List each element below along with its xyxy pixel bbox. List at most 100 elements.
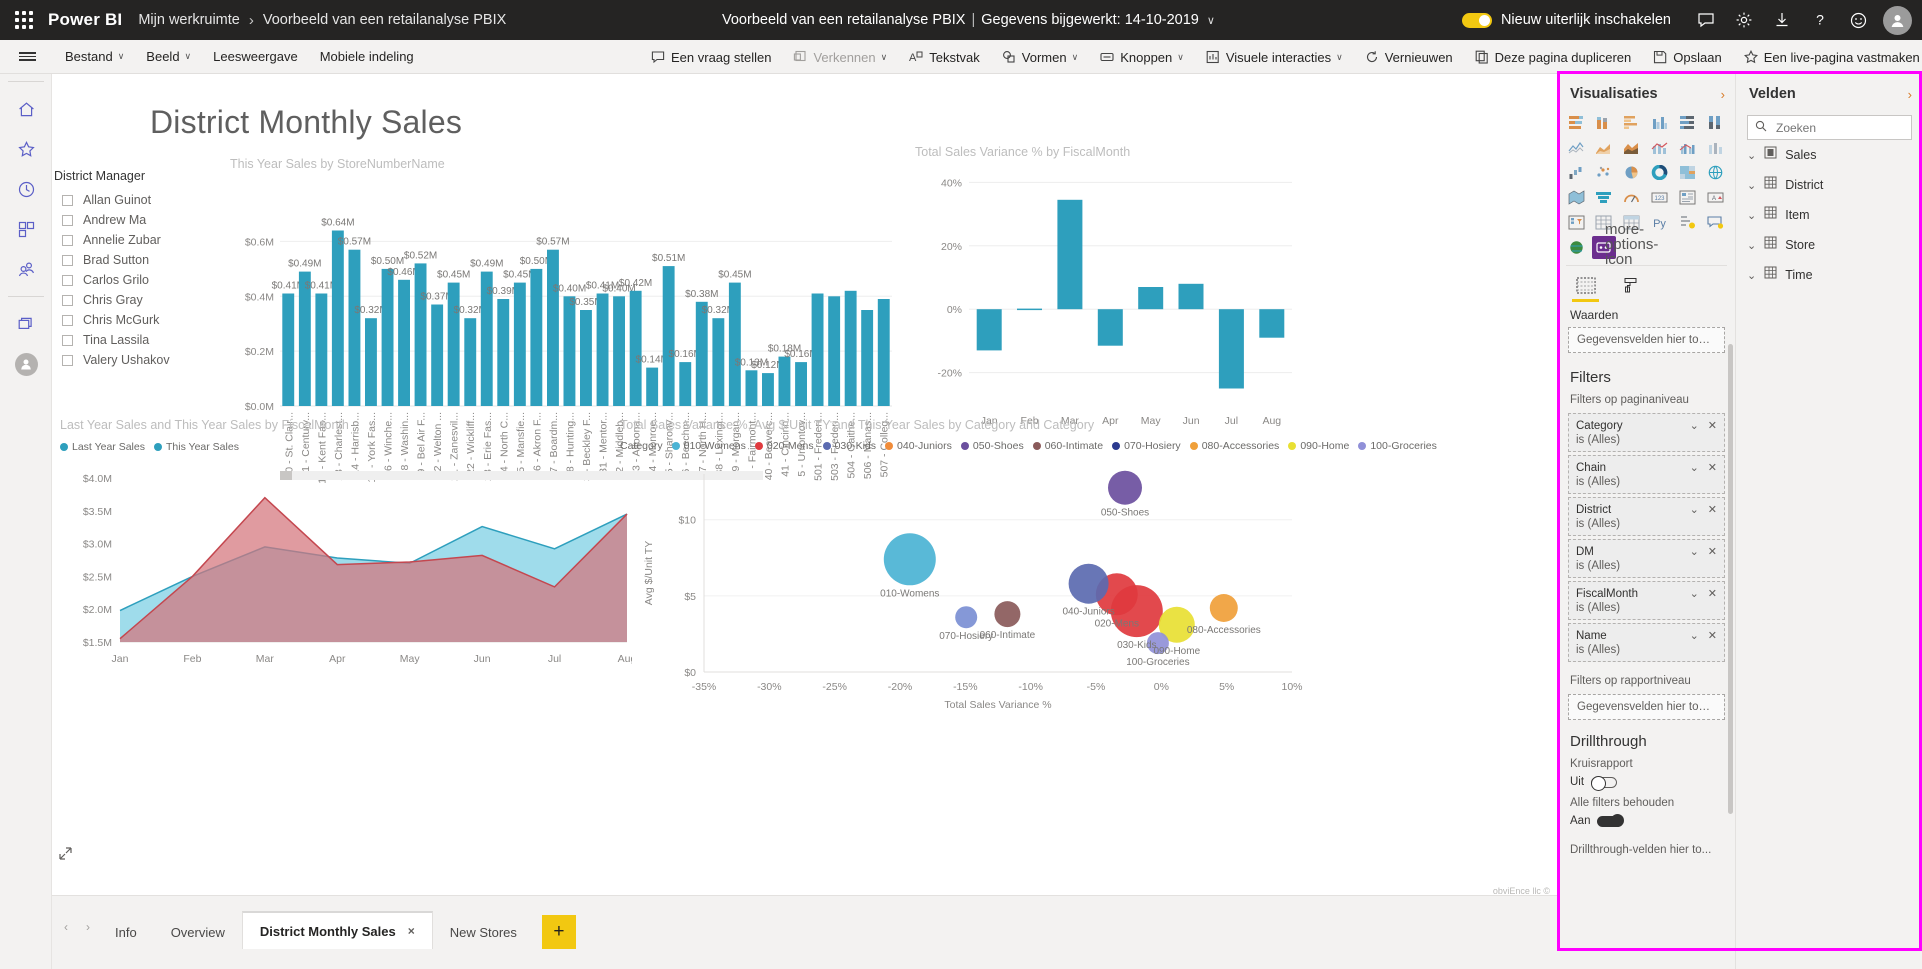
clustered-bar-chart-icon[interactable] [1620, 111, 1644, 134]
workspaces-icon[interactable] [0, 304, 52, 344]
action-deze-pagina-dupliceren[interactable]: Deze pagina dupliceren [1464, 40, 1643, 74]
filter-card-dm[interactable]: DM ⌄ ✕ is (Alles) [1568, 539, 1725, 578]
page-tab-district-monthly-sales[interactable]: District Monthly Sales × [241, 911, 433, 949]
chevron-down-icon[interactable]: ⌄ [1747, 269, 1756, 282]
filter-card-fiscalmonth[interactable]: FiscalMonth ⌄ ✕ is (Alles) [1568, 581, 1725, 620]
page-tab-new-stores[interactable]: New Stores [433, 915, 534, 949]
category-bubble-chart[interactable]: Total Sales Variance %, Avg $/Unit TY an… [612, 414, 1437, 714]
menu-mobiele-indeling[interactable]: Mobiele indeling [309, 40, 425, 74]
action-een-vraag-stellen[interactable]: Een vraag stellen [640, 40, 782, 74]
close-icon[interactable]: ✕ [1708, 419, 1717, 432]
powerbi-brand[interactable]: Power BI [48, 10, 122, 30]
new-look-toggle[interactable] [1461, 12, 1492, 28]
values-dropzone[interactable]: Gegevensvelden hier toevo... [1568, 327, 1725, 353]
action-live-pagina-vastmaken[interactable]: Een live-pagina vastmaken [1733, 40, 1922, 74]
chevron-down-icon[interactable]: ⌄ [1690, 587, 1699, 600]
filled-map-icon[interactable] [1564, 186, 1588, 209]
treemap-icon[interactable] [1675, 161, 1699, 184]
keepfilters-toggle[interactable] [1597, 813, 1625, 827]
fields-icon[interactable] [1572, 273, 1599, 302]
stacked-bar-chart-icon[interactable] [1564, 111, 1588, 134]
checkbox-icon[interactable] [62, 234, 73, 246]
chevron-down-icon[interactable]: ⌄ [1690, 545, 1699, 558]
page-tab-overview[interactable]: Overview [154, 915, 242, 949]
download-icon[interactable] [1763, 0, 1801, 40]
more-options-icon[interactable]: more-options-icon [1605, 222, 1658, 267]
keepfilters-toggle-row[interactable]: Aan [1558, 812, 1735, 832]
chevron-down-icon[interactable]: ⌄ [1747, 149, 1756, 162]
field-table-time[interactable]: ⌄ Time [1737, 260, 1922, 290]
ribbon-chart-icon[interactable] [1703, 136, 1727, 159]
expand-arrow-icon[interactable] [58, 846, 73, 866]
close-icon[interactable]: ✕ [1708, 461, 1717, 474]
collapse-pane-icon[interactable]: › [1908, 87, 1912, 102]
multi-row-card-icon[interactable] [1675, 186, 1699, 209]
prev-page-button[interactable]: ‹ [56, 916, 76, 938]
chevron-down-icon[interactable]: ⌄ [1690, 503, 1699, 516]
breadcrumb-report[interactable]: Voorbeeld van een retailanalyse PBIX [263, 12, 506, 28]
stacked-column-chart-icon[interactable] [1592, 111, 1616, 134]
account-avatar[interactable] [1883, 5, 1912, 35]
field-table-store[interactable]: ⌄ Store [1737, 230, 1922, 260]
100-stacked-column-chart-icon[interactable] [1703, 111, 1727, 134]
checkbox-icon[interactable] [62, 254, 73, 266]
card-icon[interactable]: 123 [1648, 186, 1672, 209]
legend-item-100-groceries[interactable]: 100-Groceries [1358, 440, 1437, 452]
slicer-icon[interactable] [1564, 211, 1588, 234]
checkbox-icon[interactable] [62, 274, 73, 286]
field-table-item[interactable]: ⌄ Item [1737, 200, 1922, 230]
filter-card-chain[interactable]: Chain ⌄ ✕ is (Alles) [1568, 455, 1725, 494]
checkbox-icon[interactable] [62, 294, 73, 306]
chevron-down-icon[interactable]: ⌄ [1747, 209, 1756, 222]
scatter-chart-icon[interactable] [1592, 161, 1616, 184]
menu-leesweergave[interactable]: Leesweergave [202, 40, 309, 74]
donut-chart-icon[interactable] [1648, 161, 1672, 184]
pie-chart-icon[interactable] [1620, 161, 1644, 184]
clustered-column-chart-icon[interactable] [1648, 111, 1672, 134]
chevron-down-icon[interactable]: ⌄ [1690, 629, 1699, 642]
my-workspace-avatar-icon[interactable] [0, 344, 52, 384]
funnel-icon[interactable] [1592, 186, 1616, 209]
checkbox-icon[interactable] [62, 354, 73, 366]
sales-trend-area-chart[interactable]: Last Year Sales and This Year Sales by F… [52, 414, 632, 684]
filter-card-name[interactable]: Name ⌄ ✕ is (Alles) [1568, 623, 1725, 662]
checkbox-icon[interactable] [62, 214, 73, 226]
close-icon[interactable]: ✕ [1708, 587, 1717, 600]
search-input[interactable] [1774, 119, 1904, 136]
drillthrough-dropzone-label[interactable]: Drillthrough-velden hier to... [1558, 832, 1735, 859]
recent-clock-icon[interactable] [0, 169, 52, 209]
close-icon[interactable]: × [408, 924, 415, 938]
area-chart-icon[interactable] [1592, 136, 1616, 159]
menu-bestand[interactable]: Bestand ∨ [54, 40, 135, 74]
hamburger-icon[interactable] [0, 40, 54, 74]
field-table-district[interactable]: ⌄ District [1737, 170, 1922, 200]
100-stacked-bar-chart-icon[interactable] [1675, 111, 1699, 134]
page-tab-info[interactable]: Info [98, 915, 154, 949]
pane-scrollbar[interactable] [1728, 344, 1733, 814]
app-launcher-icon[interactable] [0, 0, 48, 40]
add-page-button[interactable]: + [541, 915, 576, 949]
chevron-down-icon[interactable]: ⌄ [1747, 179, 1756, 192]
map-icon[interactable] [1703, 161, 1727, 184]
gauge-icon[interactable] [1620, 186, 1644, 209]
close-icon[interactable]: ✕ [1708, 545, 1717, 558]
crossreport-toggle-row[interactable]: Uit [1558, 773, 1735, 793]
menu-beeld[interactable]: Beeld ∨ [135, 40, 202, 74]
line-stacked-column-icon[interactable] [1648, 136, 1672, 159]
checkbox-icon[interactable] [62, 194, 73, 206]
chevron-down-icon[interactable]: ⌄ [1747, 239, 1756, 252]
crossreport-toggle[interactable] [1591, 775, 1618, 791]
next-page-button[interactable]: › [78, 916, 98, 938]
shared-with-me-icon[interactable] [0, 249, 52, 289]
home-icon[interactable] [0, 89, 52, 129]
chevron-down-icon[interactable]: ⌄ [1690, 461, 1699, 474]
help-icon[interactable]: ? [1801, 0, 1839, 40]
action-opslaan[interactable]: Opslaan [1642, 40, 1732, 74]
breadcrumb-workspace[interactable]: Mijn werkruimte [138, 12, 240, 28]
report-filters-dropzone[interactable]: Gegevensvelden hier toevo... [1568, 694, 1725, 720]
action-verkennen[interactable]: Verkennen ∨ [782, 40, 898, 74]
new-look-label[interactable]: Nieuw uiterlijk inschakelen [1501, 12, 1671, 28]
checkbox-icon[interactable] [62, 334, 73, 346]
fields-search[interactable] [1747, 115, 1912, 140]
kpi-icon[interactable]: A [1703, 186, 1727, 209]
